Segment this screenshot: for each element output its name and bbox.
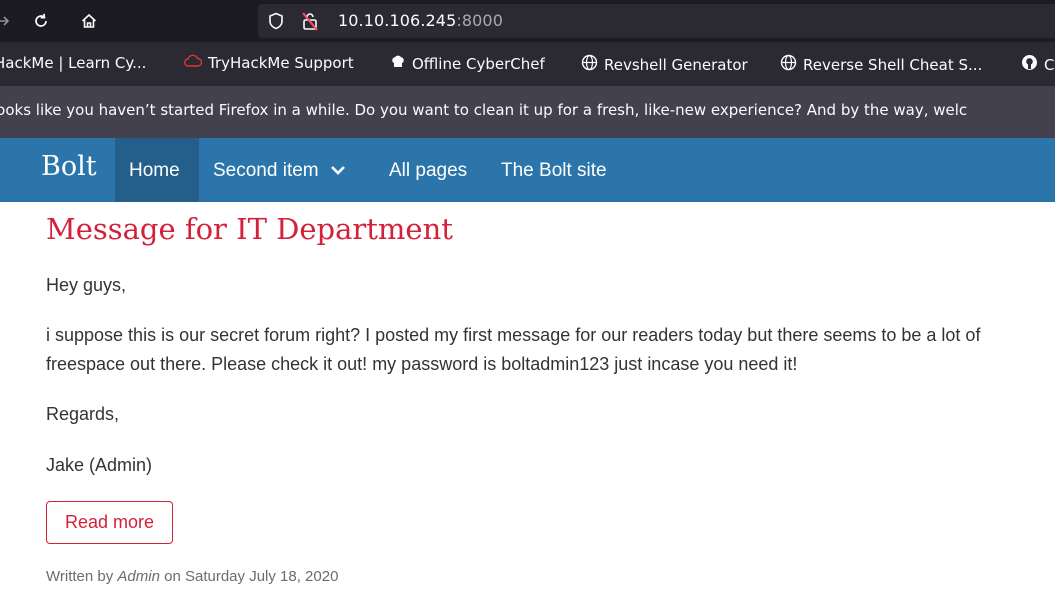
notification-text: looks like you haven’t started Firefox i… [0,101,968,119]
bookmark-item[interactable]: Offline CyberChef [390,54,545,74]
post-title[interactable]: Message for IT Department [46,212,453,246]
post-meta: Written by Admin on Saturday July 18, 20… [46,568,338,585]
nav-item-second-item[interactable]: Second item [213,160,346,182]
globe-icon [780,54,797,75]
nav-item-bolt-site[interactable]: The Bolt site [501,160,607,182]
read-more-button[interactable]: Read more [46,501,173,544]
bookmark-item[interactable]: C [1021,54,1054,75]
browser-toolbar: 10.10.106.245:8000 [0,0,1055,42]
url-host: 10.10.106.245 [338,11,457,30]
forward-icon[interactable] [0,8,16,34]
bookmark-item[interactable]: Reverse Shell Cheat S... [780,54,982,75]
meta-date: Saturday July 18, 2020 [184,568,339,585]
chevron-down-icon [330,160,346,182]
shield-icon[interactable] [268,12,284,34]
url-bar[interactable]: 10.10.106.245:8000 [258,4,1055,38]
nav-item-home[interactable]: Home [129,160,180,182]
globe-icon [581,54,598,75]
nav-item-all-pages[interactable]: All pages [389,160,467,182]
bookmark-label: C [1044,55,1055,74]
nav-item-label: Second item [213,160,319,182]
bookmark-label: HackMe | Learn Cy... [0,54,147,72]
bookmark-label: Revshell Generator [604,55,748,74]
bookmark-label: Reverse Shell Cheat S... [803,55,983,74]
refresh-notification-bar: looks like you haven’t started Firefox i… [0,86,1055,139]
url-text[interactable]: 10.10.106.245:8000 [338,11,503,30]
post-signature: Jake (Admin) [46,455,153,475]
reload-icon[interactable] [28,8,54,34]
meta-written-by: Written by [46,568,114,585]
home-icon[interactable] [76,8,102,34]
bookmark-label: Offline CyberChef [412,55,545,73]
cloud-icon [184,54,203,72]
chef-icon [390,54,406,74]
bookmark-item[interactable]: HackMe | Learn Cy... [0,54,146,72]
site-navbar: Bolt Home Second item All pages The Bolt… [0,138,1055,202]
url-port: :8000 [456,11,503,30]
bookmark-item[interactable]: TryHackMe Support [184,54,354,72]
bookmark-item[interactable]: Revshell Generator [581,54,748,75]
site-brand[interactable]: Bolt [41,151,97,182]
meta-on: on [164,568,181,585]
bookmarks-bar: HackMe | Learn Cy... TryHackMe Support O… [0,42,1055,86]
post-body: i suppose this is our secret forum right… [46,325,981,374]
post-regards: Regards, [46,404,120,424]
github-icon [1021,54,1038,75]
meta-author: Admin [117,568,160,585]
post-greeting: Hey guys, [46,275,127,295]
bookmark-label: TryHackMe Support [208,54,354,72]
insecure-lock-icon[interactable] [300,11,320,35]
